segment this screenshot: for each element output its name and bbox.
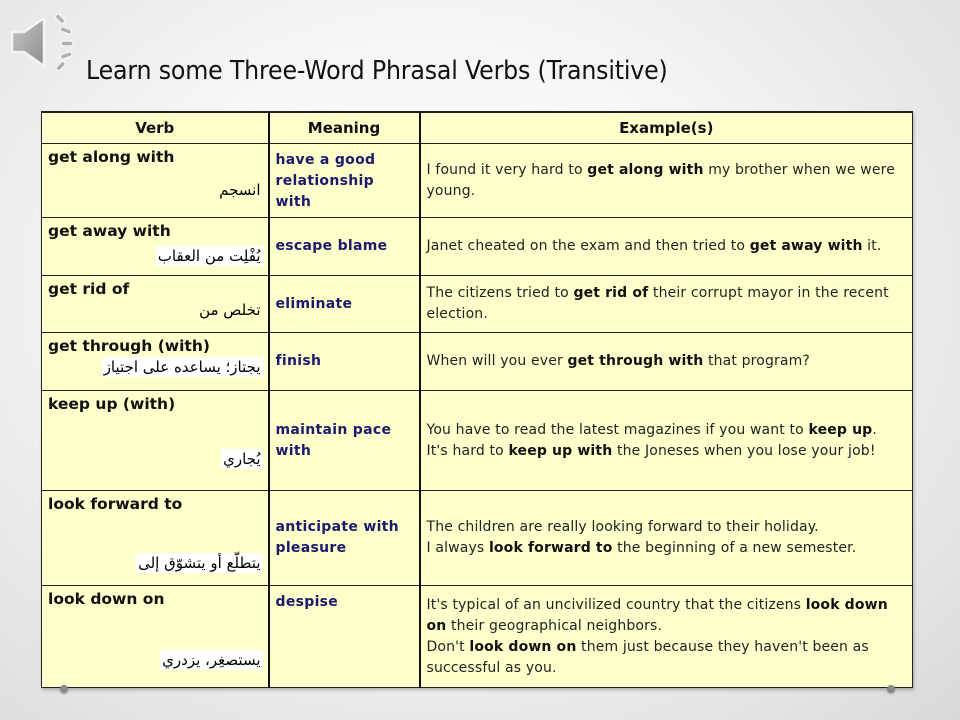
- meaning-cell: despise: [267, 585, 420, 688]
- meaning-text: have a good relationship with: [275, 152, 376, 210]
- example-cell: It's typical of an uncivilized country t…: [418, 585, 913, 688]
- example-text: The children are really looking forward …: [421, 515, 913, 561]
- slide-decoration-dot-left: [60, 685, 68, 693]
- example-fragment: I found it very hard to: [426, 161, 588, 178]
- example-fragment: It's hard to: [426, 442, 509, 459]
- verb-text: look forward to: [48, 495, 183, 513]
- verb-text: look down on: [48, 590, 165, 608]
- verb-text: get through (with): [48, 337, 210, 355]
- column-header-meaning: Meaning: [267, 111, 420, 144]
- arabic-translation: تخلص من: [199, 301, 261, 319]
- example-text: You have to read the latest magazines if…: [421, 418, 913, 464]
- example-fragment: Janet cheated on the exam and then tried…: [426, 238, 750, 254]
- highlighted-phrasal-verb: look down on: [469, 638, 577, 655]
- meaning-text: finish: [275, 353, 322, 369]
- meaning-cell: eliminate: [267, 275, 420, 333]
- verb-cell: get through (with) يجتاز؛ يساعده على اجتي…: [41, 332, 269, 391]
- highlighted-phrasal-verb: get rid of: [573, 285, 649, 301]
- meaning-cell: escape blame: [267, 217, 420, 276]
- verb-cell: look forward to يتطلّع أو يتشوّق إلى: [41, 490, 269, 586]
- highlighted-phrasal-verb: look forward to: [488, 540, 613, 556]
- arabic-translation: يُفْلِت من العقاب: [155, 246, 263, 266]
- phrasal-verbs-table: Verb Meaning Example(s) get along with ان…: [41, 111, 913, 688]
- example-fragment: I always: [426, 540, 489, 556]
- table-row: get away with يُفْلِت من العقاب escape bla…: [41, 217, 913, 276]
- verb-cell: keep up (with) يُجاري: [41, 390, 269, 491]
- example-cell: The citizens tried to get rid of their c…: [418, 275, 913, 333]
- table-row: look down on يستصغِر، يزدري despise It's ty…: [41, 585, 913, 688]
- example-text: The citizens tried to get rid of their c…: [421, 281, 913, 327]
- example-cell: When will you ever get through with that…: [418, 332, 913, 391]
- example-text: It's typical of an uncivilized country t…: [421, 593, 913, 681]
- verb-cell: get along with انسجم: [41, 143, 269, 218]
- table-row: get through (with) يجتاز؛ يساعده على اجتي…: [41, 332, 913, 391]
- verb-text: get along with: [48, 148, 175, 166]
- verb-text: get away with: [48, 222, 171, 240]
- highlighted-phrasal-verb: get along with: [587, 161, 704, 178]
- meaning-cell: have a good relationship with: [267, 143, 420, 218]
- verb-text: get rid of: [48, 280, 130, 298]
- verb-cell: get rid of تخلص من: [41, 275, 269, 333]
- example-fragment: their geographical neighbors.: [446, 617, 663, 634]
- example-cell: The children are really looking forward …: [418, 490, 913, 586]
- table-row: get rid of تخلص من eliminate The citizens t…: [41, 275, 913, 333]
- example-fragment: You have to read the latest magazines if…: [426, 421, 809, 438]
- meaning-cell: anticipate with pleasure: [267, 490, 420, 586]
- highlighted-phrasal-verb: keep up: [808, 421, 873, 438]
- slide-title: Learn some Three-Word Phrasal Verbs (Tra…: [86, 56, 668, 86]
- arabic-translation: انسجم: [219, 181, 261, 199]
- verb-text: keep up (with): [48, 395, 176, 413]
- example-cell: Janet cheated on the exam and then tried…: [418, 217, 913, 276]
- speaker-audio-icon[interactable]: [8, 10, 78, 72]
- example-fragment: it.: [862, 238, 882, 254]
- example-fragment: Don't: [426, 638, 470, 655]
- meaning-text: anticipate with pleasure: [275, 519, 399, 556]
- highlighted-phrasal-verb: get away with: [749, 238, 863, 254]
- table-header-row: Verb Meaning Example(s): [41, 111, 913, 144]
- meaning-text: escape blame: [275, 238, 388, 254]
- example-fragment: It's typical of an uncivilized country t…: [426, 596, 806, 613]
- example-text: I found it very hard to get along with m…: [421, 158, 913, 204]
- example-cell: I found it very hard to get along with m…: [418, 143, 913, 218]
- meaning-text: eliminate: [275, 295, 353, 312]
- example-fragment: The children are really looking forward …: [426, 519, 819, 535]
- example-fragment: .: [872, 421, 877, 438]
- meaning-text: maintain pace with: [275, 421, 392, 459]
- meaning-cell: maintain pace with: [267, 390, 420, 491]
- arabic-translation: يتطلّع أو يتشوّق إلى: [136, 553, 263, 573]
- table-row: get along with انسجم have a good relations…: [41, 143, 913, 218]
- arabic-translation: يستصغِر، يزدري: [160, 650, 263, 670]
- highlighted-phrasal-verb: keep up with: [508, 442, 613, 459]
- example-fragment: the beginning of a new semester.: [612, 540, 857, 556]
- verb-cell: look down on يستصغِر، يزدري: [41, 585, 269, 688]
- arabic-translation: يُجاري: [221, 449, 263, 469]
- column-header-verb: Verb: [41, 111, 269, 144]
- example-text: Janet cheated on the exam and then tried…: [421, 234, 913, 259]
- slide-decoration-dot-right: [887, 685, 895, 693]
- highlighted-phrasal-verb: get through with: [567, 353, 704, 369]
- verb-cell: get away with يُفْلِت من العقاب: [41, 217, 269, 276]
- column-header-examples: Example(s): [418, 111, 913, 144]
- example-fragment: that program?: [703, 353, 810, 369]
- example-text: When will you ever get through with that…: [421, 349, 913, 374]
- example-fragment: the Joneses when you lose your job!: [612, 442, 876, 459]
- table-row: keep up (with) يُجاري maintain pace with Yo…: [41, 390, 913, 491]
- example-fragment: When will you ever: [426, 353, 568, 369]
- meaning-text: despise: [275, 594, 339, 610]
- arabic-translation: يجتاز؛ يساعده على اجتياز: [101, 357, 263, 377]
- example-fragment: The citizens tried to: [426, 285, 574, 301]
- table-row: look forward to يتطلّع أو يتشوّق إلى antic…: [41, 490, 913, 586]
- example-cell: You have to read the latest magazines if…: [418, 390, 913, 491]
- meaning-cell: finish: [267, 332, 420, 391]
